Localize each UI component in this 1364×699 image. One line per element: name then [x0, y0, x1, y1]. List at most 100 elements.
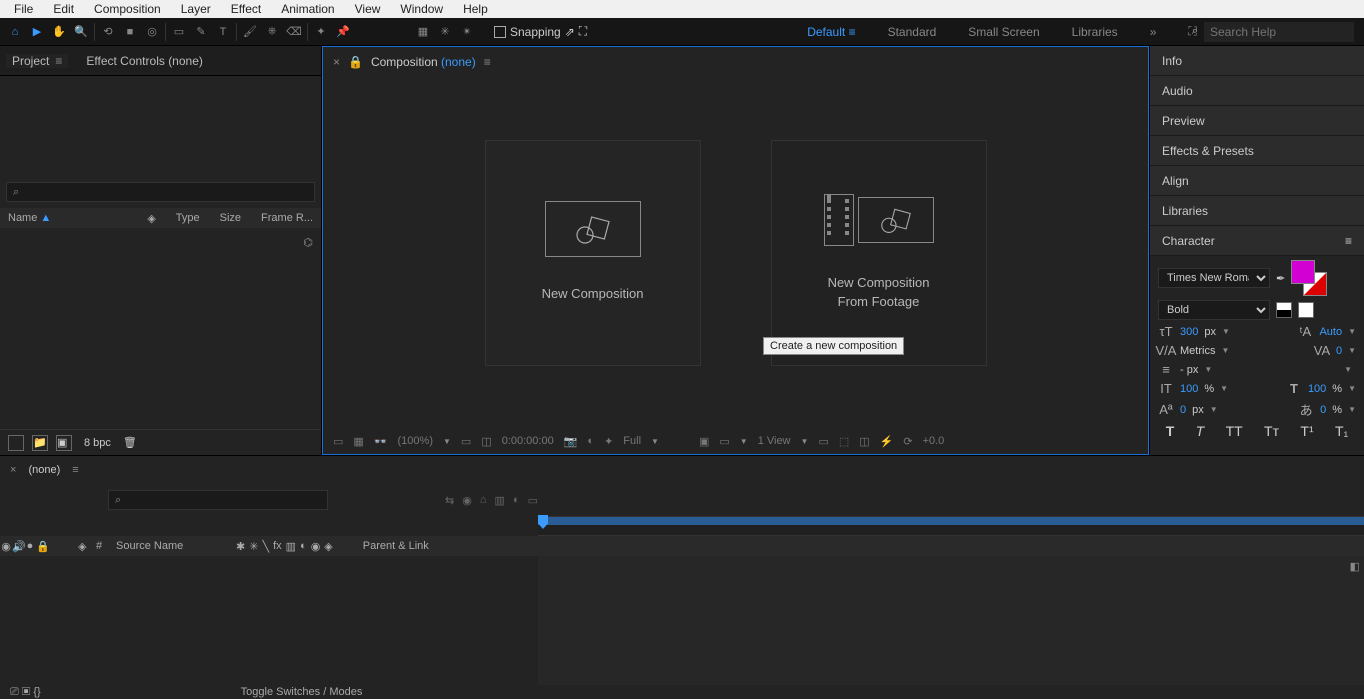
panel-character[interactable]: Character ≡ — [1150, 226, 1364, 256]
tracking-value[interactable]: 0 — [1336, 345, 1342, 357]
menu-composition[interactable]: Composition — [84, 2, 171, 16]
snapping-toggle[interactable]: Snapping ⇗ ⛶ — [494, 24, 587, 39]
timecode-readout[interactable]: 0:00:00:00 — [502, 435, 554, 447]
project-search-input[interactable]: ⌕ — [6, 182, 315, 202]
col-parent[interactable]: Parent & Link — [333, 540, 429, 552]
chevron-down-icon[interactable]: ▼ — [651, 437, 659, 446]
menu-window[interactable]: Window — [390, 2, 453, 16]
snapshot-icon[interactable]: 📷 — [564, 435, 578, 448]
chevron-down-icon[interactable]: ▼ — [1348, 384, 1356, 393]
tag-icon[interactable]: ◈ — [147, 212, 155, 225]
panel-libraries[interactable]: Libraries — [1150, 196, 1364, 226]
graph-editor-icon[interactable]: ▭ — [528, 494, 538, 507]
brackets-icon[interactable]: {} — [33, 686, 40, 698]
chevron-down-icon[interactable]: ▼ — [1222, 327, 1230, 336]
search-help-input[interactable] — [1204, 22, 1354, 42]
kerning-value[interactable]: Metrics — [1180, 345, 1215, 357]
shy-icon[interactable]: ⌂ — [480, 494, 487, 506]
menu-edit[interactable]: Edit — [43, 2, 84, 16]
flowchart-icon[interactable]: ⌬ — [303, 236, 313, 249]
baseline-value[interactable]: 0 — [1180, 404, 1186, 416]
close-icon[interactable]: × — [333, 55, 340, 69]
col-source-name[interactable]: Source Name — [110, 540, 230, 552]
eyedropper-icon[interactable]: ✒ — [1276, 272, 1285, 285]
panel-align[interactable]: Align — [1150, 166, 1364, 196]
label-col-icon[interactable]: ◈ — [78, 540, 90, 553]
camera-icon[interactable]: ▭ — [818, 435, 828, 448]
font-size-value[interactable]: 300 — [1180, 326, 1198, 338]
selection-tool-icon[interactable]: ▶ — [26, 21, 48, 43]
new-composition-from-footage-card[interactable]: New Composition From Footage — [771, 140, 987, 366]
menu-file[interactable]: File — [4, 2, 43, 16]
axis-icon[interactable]: ✳ — [434, 21, 456, 43]
draft3d-icon[interactable]: ◉ — [462, 494, 472, 507]
resolution-dropdown[interactable]: Full — [623, 435, 641, 447]
timeline-tab[interactable]: (none) — [28, 464, 60, 476]
menu-lines-icon[interactable]: ≡ — [55, 54, 62, 68]
render-queue-icon[interactable]: ⎚ — [10, 686, 19, 698]
menu-animation[interactable]: Animation — [271, 2, 344, 16]
col-type[interactable]: Type — [176, 212, 200, 225]
close-icon[interactable]: × — [10, 464, 16, 476]
chevron-down-icon[interactable]: ▼ — [740, 437, 748, 446]
audio-toggle-icon[interactable]: 🔊 — [12, 540, 24, 553]
lock-col-icon[interactable]: 🔒 — [36, 540, 48, 553]
text-tool-icon[interactable]: T — [212, 21, 234, 43]
puppet-tool-icon[interactable]: 📌 — [332, 21, 354, 43]
home-icon[interactable]: ⌂ — [4, 21, 26, 43]
workspace-more-icon[interactable]: » — [1150, 25, 1157, 39]
col-number[interactable]: # — [90, 540, 110, 552]
menu-lines-icon[interactable]: ≡ — [1345, 234, 1352, 248]
new-composition-card[interactable]: New Composition — [485, 140, 701, 366]
new-comp-icon[interactable]: ▣ — [56, 435, 72, 451]
tab-composition[interactable]: Composition (none) — [371, 55, 476, 69]
fx-switch-icon[interactable]: fx — [273, 540, 282, 553]
interpret-footage-icon[interactable] — [8, 435, 24, 451]
menu-effect[interactable]: Effect — [221, 2, 271, 16]
workspace-standard[interactable]: Standard — [888, 25, 937, 39]
chevron-down-icon[interactable]: ▼ — [1221, 346, 1229, 355]
clone-tool-icon[interactable]: ⎈ — [261, 21, 283, 43]
chevron-down-icon[interactable]: ▼ — [1348, 327, 1356, 336]
video-toggle-icon[interactable]: ◉ — [0, 540, 12, 553]
rectangle-tool-icon[interactable]: ▭ — [168, 21, 190, 43]
roto-tool-icon[interactable]: ✦ — [310, 21, 332, 43]
allcaps-icon[interactable]: TT — [1226, 423, 1243, 439]
motionblur-switch-icon[interactable]: ◐ — [300, 540, 307, 553]
guides-icon[interactable]: ◫ — [481, 435, 491, 448]
menu-lines-icon[interactable]: ≡ — [484, 55, 491, 69]
stroke-over-fill-icon[interactable] — [1298, 302, 1314, 318]
3d-switch-icon[interactable]: ◈ — [324, 540, 332, 553]
new-folder-icon[interactable]: 📁 — [32, 435, 48, 451]
vscale-value[interactable]: 100 — [1180, 383, 1198, 395]
panel-preview[interactable]: Preview — [1150, 106, 1364, 136]
reset-exposure-icon[interactable]: ⟳ — [903, 435, 912, 448]
chevron-down-icon[interactable]: ▼ — [443, 437, 451, 446]
playhead-icon[interactable] — [538, 515, 548, 529]
eraser-tool-icon[interactable]: ⌫ — [283, 21, 305, 43]
pan-behind-tool-icon[interactable]: ◎ — [141, 21, 163, 43]
menu-layer[interactable]: Layer — [171, 2, 221, 16]
local-axis-icon[interactable]: ✴ — [456, 21, 478, 43]
pixel-aspect-icon[interactable]: ◫ — [859, 435, 869, 448]
chevron-down-icon[interactable]: ▼ — [801, 437, 809, 446]
workspace-small-screen[interactable]: Small Screen — [968, 25, 1039, 39]
region-icon[interactable]: ▭ — [719, 435, 729, 448]
comp-mini-flowchart-icon[interactable]: ⇆ — [445, 494, 454, 507]
subscript-icon[interactable]: T₁ — [1335, 423, 1348, 439]
col-name[interactable]: Name ▲ — [8, 212, 51, 224]
leading-value[interactable]: Auto — [1319, 326, 1342, 338]
col-size[interactable]: Size — [220, 212, 241, 225]
3d-view-icon[interactable]: ⬚ — [839, 435, 849, 448]
col-framerate[interactable]: Frame R... — [261, 212, 313, 225]
trash-icon[interactable]: 🗑 — [123, 436, 137, 449]
toggle-switches-modes[interactable]: Toggle Switches / Modes — [241, 686, 363, 698]
hand-tool-icon[interactable]: ✋ — [48, 21, 70, 43]
zoom-tool-icon[interactable]: 🔍 — [70, 21, 92, 43]
workspace-default[interactable]: Default ≡ — [807, 25, 855, 39]
fill-color-swatch[interactable] — [1291, 260, 1315, 284]
shy-switch-icon[interactable]: ✱ — [236, 540, 245, 553]
font-style-dropdown[interactable]: Bold — [1158, 300, 1270, 320]
project-bin[interactable]: ⌬ — [0, 228, 321, 429]
chevron-down-icon[interactable]: ▼ — [1204, 365, 1212, 374]
